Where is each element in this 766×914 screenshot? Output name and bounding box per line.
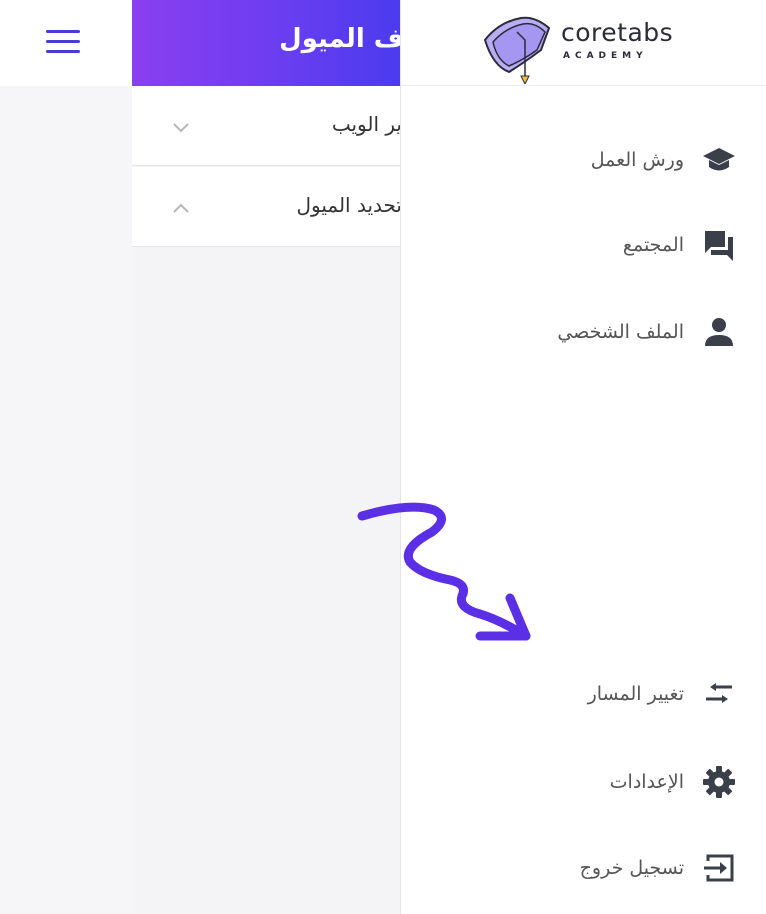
- menu-icon-bar: [46, 50, 80, 53]
- nav-item-change-path[interactable]: تغيير المسار: [588, 674, 740, 714]
- logo[interactable]: coretabs ACADEMY: [401, 0, 766, 86]
- nav-item-label: الملف الشخصي: [557, 321, 684, 343]
- accordion-label: تحديد الميول: [296, 193, 400, 217]
- menu-icon: [46, 30, 80, 33]
- nav-item-logout[interactable]: تسجيل خروج: [580, 848, 740, 888]
- annotation-arrow-icon: [357, 502, 531, 641]
- page-header: ف الميول: [132, 0, 400, 86]
- logo-name: coretabs: [561, 18, 674, 47]
- nav-item-label: تسجيل خروج: [579, 857, 684, 879]
- nav-item-label: تغيير المسار: [587, 683, 684, 705]
- graduation-hat-logo-icon: [483, 16, 551, 84]
- nav-item-label: الإعدادات: [609, 771, 684, 793]
- navigation-drawer: coretabs ACADEMY ورش العمل المجتمع الملف…: [400, 0, 766, 914]
- top-bar: [0, 0, 132, 86]
- graduation-cap-icon: [698, 140, 740, 180]
- gear-icon: [698, 762, 740, 802]
- menu-icon-bar: [46, 40, 80, 43]
- accordion-label: ير الويب: [331, 112, 400, 136]
- logo-subtitle: ACADEMY: [563, 51, 648, 61]
- menu-button[interactable]: [46, 28, 80, 56]
- nav-item-profile[interactable]: الملف الشخصي: [557, 312, 740, 352]
- swap-arrows-icon: [698, 674, 740, 714]
- forum-icon: [698, 225, 740, 265]
- person-icon: [698, 312, 740, 352]
- nav-item-settings[interactable]: الإعدادات: [610, 762, 740, 802]
- accordion-item-web[interactable]: ير الويب: [132, 86, 400, 166]
- chevron-up-icon: [173, 203, 189, 213]
- nav-item-community[interactable]: المجتمع: [623, 225, 740, 265]
- accordion-item-interests[interactable]: تحديد الميول: [132, 167, 400, 247]
- nav-item-label: المجتمع: [622, 234, 684, 256]
- chevron-down-icon: [173, 123, 189, 133]
- logout-icon: [698, 848, 740, 888]
- nav-item-label: ورش العمل: [590, 149, 684, 171]
- nav-item-workshops[interactable]: ورش العمل: [591, 140, 740, 180]
- page-title: ف الميول: [279, 24, 400, 54]
- page-background: [0, 86, 132, 914]
